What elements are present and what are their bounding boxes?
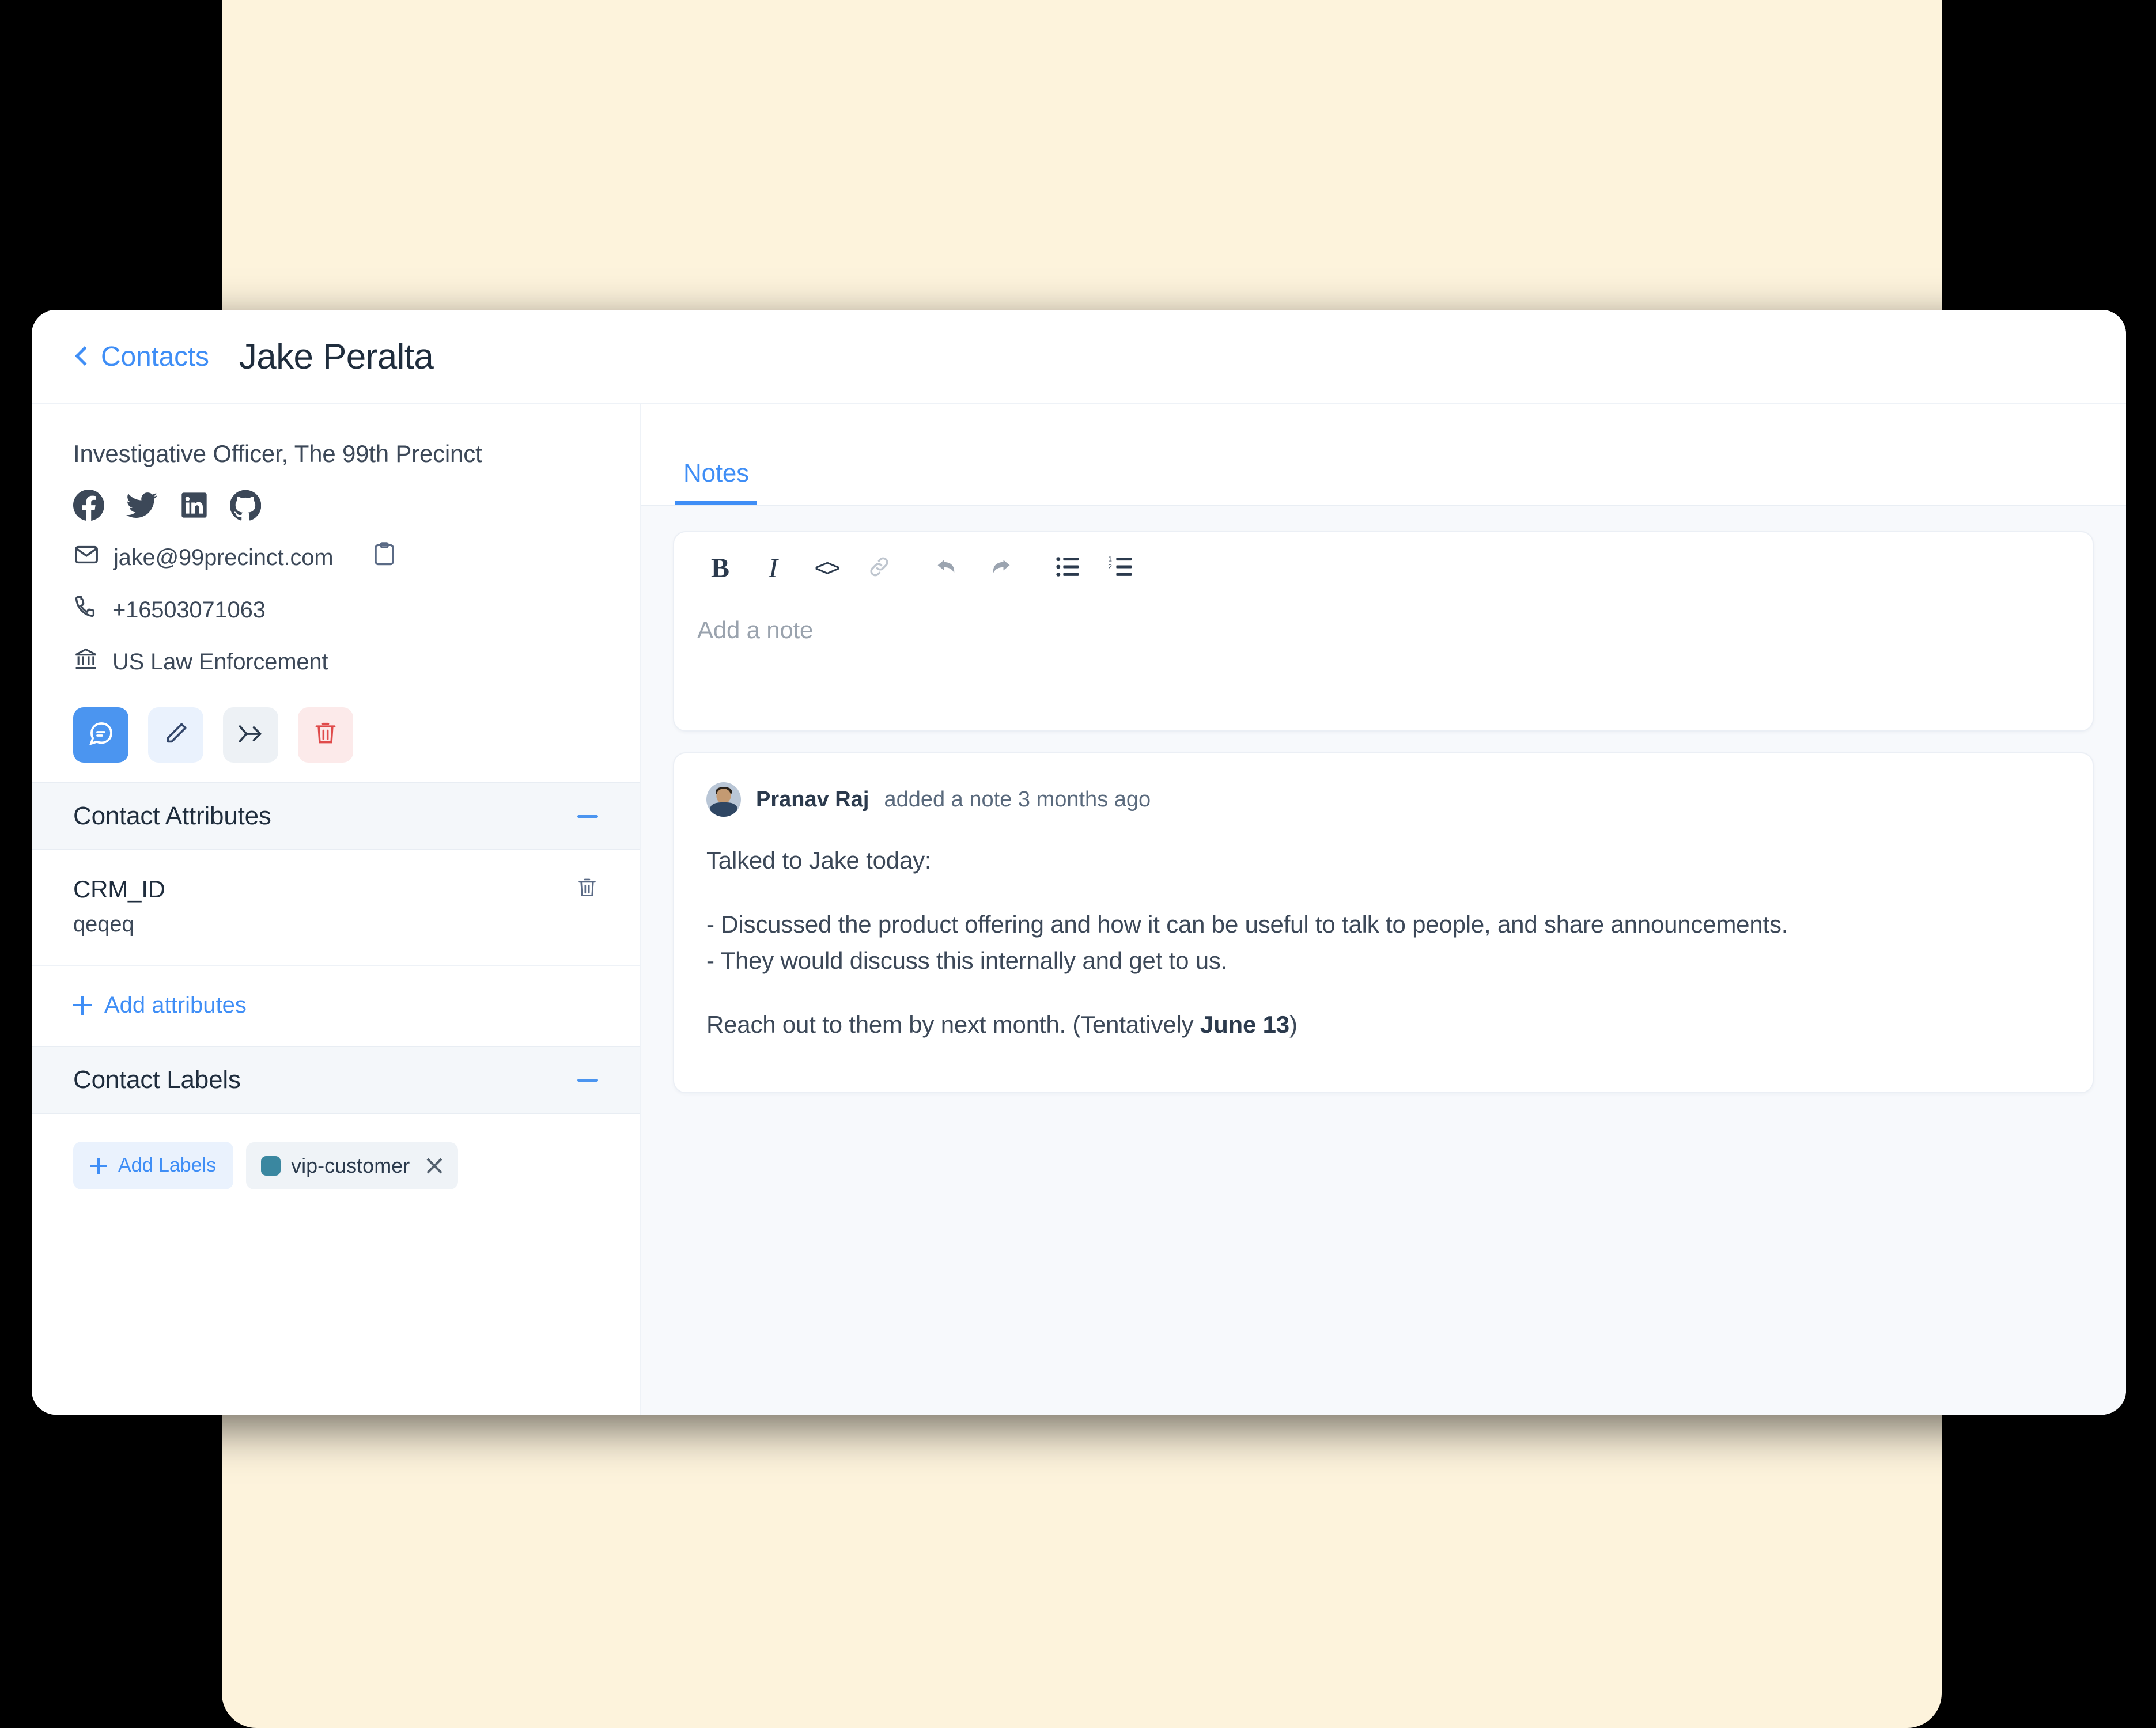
- contact-labels-title: Contact Labels: [73, 1066, 241, 1094]
- add-labels-button[interactable]: Add Labels: [73, 1142, 233, 1189]
- contact-attributes-list: CRM_ID qeqeq: [32, 850, 640, 966]
- label-text: vip-customer: [291, 1154, 410, 1178]
- back-link-label: Contacts: [101, 341, 209, 373]
- editor-toolbar: B I <>: [674, 532, 2093, 601]
- page-title: Jake Peralta: [239, 336, 433, 377]
- code-button[interactable]: <>: [800, 547, 853, 589]
- back-to-contacts-link[interactable]: Contacts: [78, 341, 209, 373]
- add-labels-label: Add Labels: [118, 1154, 216, 1177]
- window-body: Investigative Officer, The 99th Precinct: [32, 404, 2126, 1415]
- link-icon: [867, 555, 891, 582]
- note-timestamp: added a note 3 months ago: [884, 787, 1151, 812]
- bullet-list-button[interactable]: [1042, 547, 1095, 589]
- chevron-left-icon: [75, 346, 94, 366]
- merge-arrow-icon: [237, 721, 264, 749]
- note-line-3: - They would discuss this internally and…: [706, 942, 2060, 979]
- email-value: jake@99precinct.com: [114, 545, 333, 571]
- redo-icon: [987, 554, 1013, 582]
- contact-attributes-title: Contact Attributes: [73, 802, 271, 831]
- link-button[interactable]: [853, 547, 906, 589]
- phone-value: +16503071063: [112, 597, 266, 623]
- plus-icon: [73, 996, 92, 1015]
- tab-bar: Notes: [641, 404, 2126, 506]
- phone-row[interactable]: +16503071063: [73, 594, 598, 626]
- avatar-body: [710, 802, 737, 817]
- note-editor: B I <>: [673, 531, 2094, 732]
- chat-bubble-icon: [87, 720, 115, 751]
- bank-icon: [73, 646, 99, 677]
- svg-text:2: 2: [1108, 562, 1112, 570]
- bold-button[interactable]: B: [694, 547, 747, 589]
- note-line-4-date: June 13: [1200, 1011, 1289, 1038]
- copy-icon[interactable]: [372, 541, 396, 574]
- contact-info-block: Investigative Officer, The 99th Precinct: [32, 404, 640, 782]
- collapse-labels-icon[interactable]: [577, 1079, 598, 1082]
- social-links-row: [73, 490, 598, 521]
- redo-button[interactable]: [974, 547, 1027, 589]
- notes-panel: Notes B I <>: [641, 404, 2126, 1415]
- add-attributes-button[interactable]: Add attributes: [32, 966, 640, 1046]
- note-body: Talked to Jake today: - Discussed the pr…: [706, 842, 2060, 1043]
- note-placeholder: Add a note: [697, 616, 2070, 644]
- attribute-row: CRM_ID qeqeq: [32, 850, 640, 966]
- note-line-4-pre: Reach out to them by next month. (Tentat…: [706, 1011, 1200, 1038]
- contact-role: Investigative Officer, The 99th Precinct: [73, 440, 598, 468]
- numbered-list-button[interactable]: 1 2: [1095, 547, 1148, 589]
- message-button[interactable]: [73, 707, 128, 763]
- delete-button[interactable]: [298, 707, 353, 763]
- avatar: [706, 782, 741, 817]
- numbered-list-icon: 1 2: [1108, 555, 1134, 582]
- undo-icon: [934, 554, 960, 582]
- plus-icon: [90, 1158, 107, 1174]
- trash-icon: [313, 721, 338, 750]
- remove-label-icon[interactable]: [426, 1157, 443, 1174]
- contact-labels-header[interactable]: Contact Labels: [32, 1046, 640, 1114]
- svg-text:1: 1: [1108, 555, 1112, 563]
- contact-labels-area: Add Labels vip-customer: [32, 1114, 640, 1217]
- company-value: US Law Enforcement: [112, 649, 328, 675]
- note-input-area[interactable]: Add a note: [674, 601, 2093, 730]
- collapse-attributes-icon[interactable]: [577, 815, 598, 818]
- email-row[interactable]: jake@99precinct.com: [73, 541, 598, 574]
- note-line-4: Reach out to them by next month. (Tentat…: [706, 1006, 2060, 1043]
- screenshot-stage: Contacts Jake Peralta Investigative Offi…: [0, 0, 2156, 1728]
- attribute-value[interactable]: qeqeq: [73, 912, 598, 937]
- label-color-dot: [261, 1156, 281, 1176]
- company-row: US Law Enforcement: [73, 646, 598, 677]
- github-icon[interactable]: [230, 490, 261, 521]
- label-chip[interactable]: vip-customer: [246, 1142, 458, 1189]
- edit-button[interactable]: [148, 707, 203, 763]
- note-line-4-post: ): [1289, 1011, 1298, 1038]
- attribute-key: CRM_ID: [73, 876, 165, 903]
- twitter-icon[interactable]: [125, 490, 158, 521]
- contact-detail-window: Contacts Jake Peralta Investigative Offi…: [32, 310, 2126, 1415]
- italic-button[interactable]: I: [747, 547, 800, 589]
- note-spacer: [706, 878, 2060, 906]
- linkedin-icon[interactable]: [179, 490, 209, 520]
- bullet-list-icon: [1055, 555, 1081, 582]
- note-line-2: - Discussed the product offering and how…: [706, 906, 2060, 942]
- merge-button[interactable]: [223, 707, 278, 763]
- note-item: Pranav Raj added a note 3 months ago Tal…: [673, 752, 2094, 1093]
- window-header: Contacts Jake Peralta: [32, 310, 2126, 404]
- tab-notes[interactable]: Notes: [675, 459, 757, 505]
- contact-sidebar: Investigative Officer, The 99th Precinct: [32, 404, 641, 1415]
- contact-attributes-header[interactable]: Contact Attributes: [32, 782, 640, 850]
- attribute-delete-icon[interactable]: [576, 877, 598, 903]
- note-line-1: Talked to Jake today:: [706, 842, 2060, 878]
- pencil-icon: [162, 721, 189, 750]
- note-meta: Pranav Raj added a note 3 months ago: [706, 782, 2060, 817]
- facebook-icon[interactable]: [73, 490, 104, 521]
- notes-scroll-area: B I <>: [641, 506, 2126, 1415]
- contact-actions: [73, 707, 598, 763]
- undo-button[interactable]: [921, 547, 974, 589]
- phone-icon: [73, 594, 99, 626]
- note-author: Pranav Raj: [756, 787, 869, 812]
- note-spacer: [706, 979, 2060, 1006]
- avatar-face: [716, 789, 731, 803]
- add-attributes-label: Add attributes: [104, 992, 247, 1018]
- envelope-icon: [73, 541, 100, 574]
